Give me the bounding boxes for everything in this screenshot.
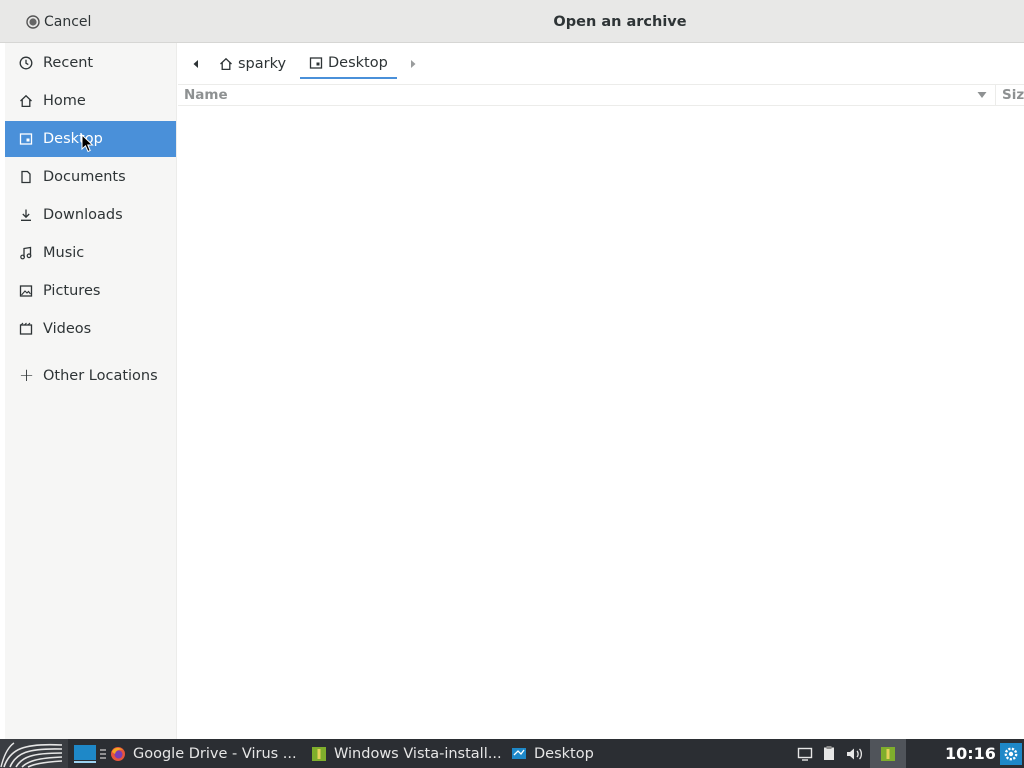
sidebar-item-label: Videos [43,321,92,337]
tray-display-button[interactable] [797,739,813,768]
tray-archive-indicator[interactable] [870,739,906,768]
path-segment-label: Desktop [328,55,388,71]
desktop-icon [19,133,33,145]
path-forward-button[interactable] [404,55,422,73]
app-menu-button[interactable] [0,739,68,768]
chevron-left-icon [193,60,198,68]
sidebar-item-label: Downloads [43,207,123,223]
column-header: Name Size [178,85,1024,106]
sparky-logo-icon [0,742,63,768]
path-segment-desktop[interactable]: Desktop [300,49,397,79]
download-icon [21,209,31,221]
archive-manager-icon [881,746,895,761]
show-desktop-button[interactable] [73,739,107,768]
path-segment-home[interactable]: sparky [210,49,295,79]
sidebar-item-recent[interactable]: Recent [5,45,176,81]
taskbar-task-desktop[interactable]: Desktop [511,739,594,768]
sort-descending-icon [977,92,987,98]
video-icon [19,322,33,335]
clipboard-icon [824,746,834,760]
sidebar-item-label: Desktop [43,131,103,147]
gear-icon [1000,742,1022,765]
sidebar-item-videos[interactable]: Videos [5,311,176,347]
document-icon [21,170,31,184]
sidebar-item-pictures[interactable]: Pictures [5,273,176,309]
sidebar-item-label: Music [43,245,85,261]
places-sidebar: Recent Home Desktop Documents Downloads … [0,43,177,739]
column-name-label: Name [184,87,228,103]
sidebar-item-music[interactable]: Music [5,235,176,271]
sidebar-item-label: Other Locations [43,368,158,384]
path-back-button[interactable] [187,55,205,73]
sidebar-item-label: Recent [43,55,94,71]
taskbar-task-google-drive[interactable]: Google Drive - Virus ... [110,739,297,768]
sidebar-item-label: Home [43,93,86,109]
sidebar-item-desktop[interactable]: Desktop [5,121,176,157]
path-bar: sparky Desktop [178,43,1024,85]
home-icon [20,94,32,108]
archive-manager-icon [312,746,326,761]
sidebar-item-documents[interactable]: Documents [5,159,176,195]
tray-volume-button[interactable] [846,739,866,768]
sidebar-item-downloads[interactable]: Downloads [5,197,176,233]
music-icon [20,246,32,260]
plus-icon: + [19,365,35,386]
sidebar-item-other-locations[interactable]: + Other Locations [5,358,176,394]
home-icon [220,57,232,71]
taskbar-task-label: Google Drive - Virus ... [133,745,297,762]
file-list[interactable] [178,106,1024,739]
taskbar-task-archive-manager[interactable]: Windows Vista-install... [311,739,502,768]
dialog-header: Cancel Open an archive [0,0,1024,43]
column-header-name[interactable]: Name [178,85,996,106]
workspace-icon [74,744,96,763]
list-icon [100,748,106,759]
path-segment-label: sparky [238,56,287,72]
sidebar-item-label: Pictures [43,283,101,299]
taskbar-task-label: Desktop [534,745,594,762]
chevron-right-icon [411,60,416,68]
desktop-icon [309,57,323,69]
volume-icon [847,748,863,759]
tray-clipboard-button[interactable] [823,739,837,768]
dialog-title: Open an archive [553,14,687,30]
tray-settings-button[interactable] [1000,739,1022,768]
desktop-window-icon [512,747,526,759]
column-header-size[interactable]: Size [1002,85,1024,106]
clock-icon [19,56,33,70]
taskbar: Google Drive - Virus ... Windows Vista-i… [0,739,1024,768]
sidebar-item-label: Documents [43,169,126,185]
picture-icon [19,285,33,297]
sidebar-item-home[interactable]: Home [5,83,176,119]
display-icon [797,747,813,761]
clock[interactable]: 10:16 [945,739,996,768]
firefox-icon [111,746,125,761]
taskbar-task-label: Windows Vista-install... [334,745,502,762]
